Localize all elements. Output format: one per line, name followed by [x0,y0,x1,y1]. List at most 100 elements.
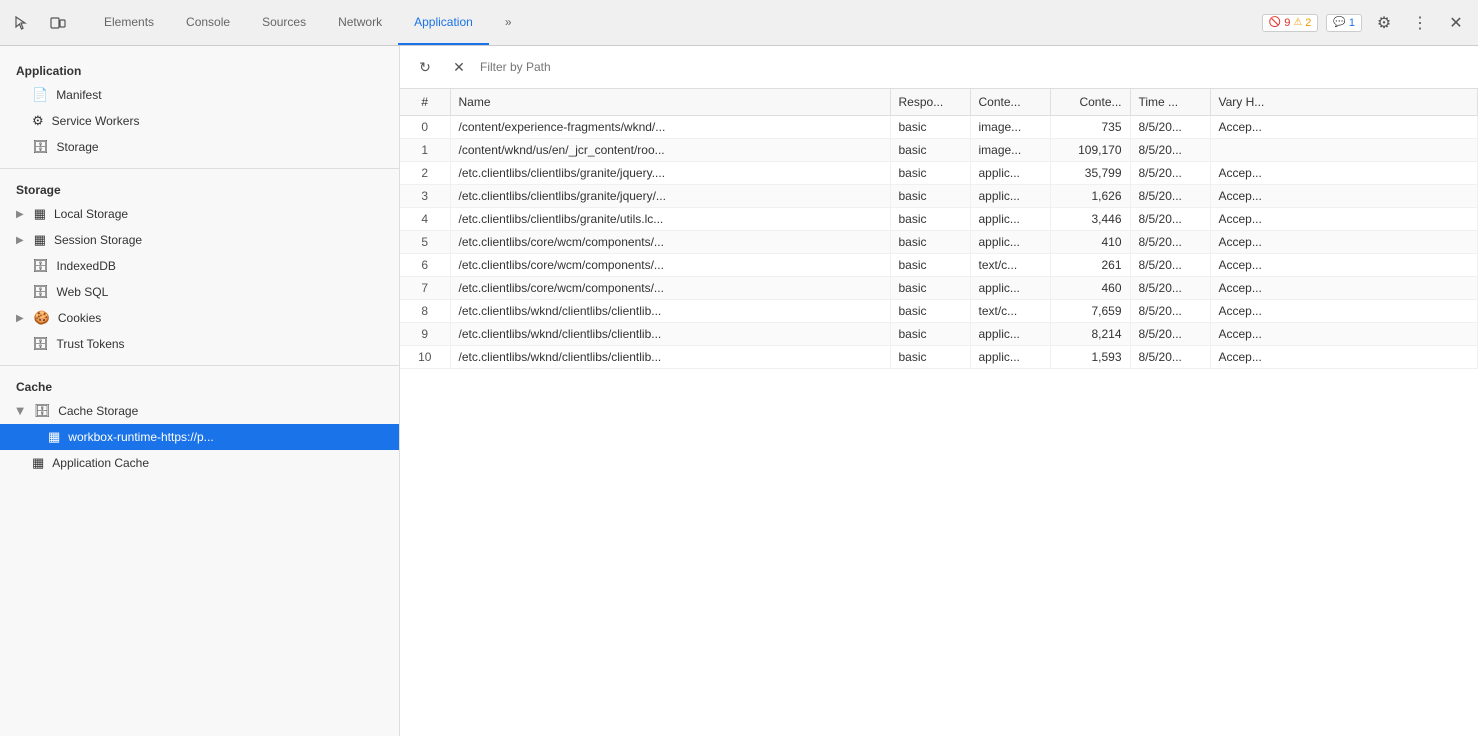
cell-content-type: image... [970,139,1050,162]
cell-name: /etc.clientlibs/core/wcm/components/... [450,254,890,277]
web-sql-icon: 🗄 [32,284,49,300]
tab-more[interactable]: » [489,0,528,45]
cell-vary: Accep... [1210,162,1478,185]
cache-storage-icon: 🗄 [34,403,51,419]
cell-response: basic [890,277,970,300]
settings-button[interactable]: ⚙ [1370,9,1398,37]
workbox-runtime-icon: ▦ [48,429,60,445]
sidebar-item-workbox-runtime[interactable]: ▦ workbox-runtime-https://p... [0,424,399,450]
storage-icon: 🗄 [32,139,49,155]
cell-hash: 9 [400,323,450,346]
table-row[interactable]: 3 /etc.clientlibs/clientlibs/granite/jqu… [400,185,1478,208]
table-row[interactable]: 5 /etc.clientlibs/core/wcm/components/..… [400,231,1478,254]
tab-console[interactable]: Console [170,0,246,45]
sidebar-item-trust-tokens-label: Trust Tokens [57,337,125,351]
sidebar-item-indexeddb[interactable]: 🗄 IndexedDB [0,253,399,279]
table-row[interactable]: 4 /etc.clientlibs/clientlibs/granite/uti… [400,208,1478,231]
cell-response: basic [890,208,970,231]
error-badge[interactable]: 🚫 9 ⚠ 2 [1262,14,1319,32]
sidebar-item-manifest-label: Manifest [56,88,101,102]
table-body: 0 /content/experience-fragments/wknd/...… [400,116,1478,369]
sidebar-item-cache-storage[interactable]: ▶ 🗄 Cache Storage [0,398,399,424]
cell-content-length: 735 [1050,116,1130,139]
cell-vary: Accep... [1210,231,1478,254]
sidebar-item-manifest[interactable]: 📄 Manifest [0,82,399,108]
sidebar-item-app-cache[interactable]: ▦ Application Cache [0,450,399,476]
cell-content-length: 1,626 [1050,185,1130,208]
cell-response: basic [890,323,970,346]
device-toolbar-button[interactable] [44,9,72,37]
info-count: 1 [1349,17,1355,29]
table-row[interactable]: 1 /content/wknd/us/en/_jcr_content/roo..… [400,139,1478,162]
more-options-button[interactable]: ⋮ [1406,9,1434,37]
cell-content-type: applic... [970,277,1050,300]
session-storage-arrow: ▶ [16,235,24,246]
sidebar-item-storage-label: Storage [57,140,99,154]
indexeddb-icon: 🗄 [32,258,49,274]
table-row[interactable]: 9 /etc.clientlibs/wknd/clientlibs/client… [400,323,1478,346]
cell-name: /etc.clientlibs/core/wcm/components/... [450,231,890,254]
cell-content-type: applic... [970,208,1050,231]
table-row[interactable]: 6 /etc.clientlibs/core/wcm/components/..… [400,254,1478,277]
cache-table: # Name Respo... Conte... Conte... Time .… [400,89,1478,369]
cell-name: /etc.clientlibs/wknd/clientlibs/clientli… [450,323,890,346]
col-header-time[interactable]: Time ... [1130,89,1210,116]
cell-hash: 8 [400,300,450,323]
cell-hash: 1 [400,139,450,162]
close-button[interactable]: ✕ [1442,9,1470,37]
sidebar-item-web-sql[interactable]: 🗄 Web SQL [0,279,399,305]
refresh-button[interactable]: ↻ [412,54,438,80]
cell-vary: Accep... [1210,323,1478,346]
cell-vary: Accep... [1210,116,1478,139]
table-row[interactable]: 0 /content/experience-fragments/wknd/...… [400,116,1478,139]
cookies-icon: 🍪 [34,310,50,326]
sidebar-item-local-storage[interactable]: ▶ ▦ Local Storage [0,201,399,227]
clear-button[interactable]: ✕ [446,54,472,80]
table-row[interactable]: 8 /etc.clientlibs/wknd/clientlibs/client… [400,300,1478,323]
cell-vary: Accep... [1210,346,1478,369]
filter-input[interactable] [480,60,1466,74]
sidebar-item-cookies[interactable]: ▶ 🍪 Cookies [0,305,399,331]
tab-sources[interactable]: Sources [246,0,322,45]
tab-network[interactable]: Network [322,0,398,45]
col-header-hash[interactable]: # [400,89,450,116]
cell-vary: Accep... [1210,185,1478,208]
cell-content-type: applic... [970,323,1050,346]
sidebar-item-service-workers[interactable]: ⚙ Service Workers [0,108,399,134]
cell-vary: Accep... [1210,208,1478,231]
col-header-name[interactable]: Name [450,89,890,116]
sidebar-item-storage[interactable]: 🗄 Storage [0,134,399,160]
cell-content-length: 109,170 [1050,139,1130,162]
table-row[interactable]: 7 /etc.clientlibs/core/wcm/components/..… [400,277,1478,300]
tabs-container: Elements Console Sources Network Applica… [88,0,1262,45]
cookies-arrow: ▶ [16,313,24,324]
table-row[interactable]: 10 /etc.clientlibs/wknd/clientlibs/clien… [400,346,1478,369]
cell-time: 8/5/20... [1130,116,1210,139]
info-badge[interactable]: 💬 1 [1326,14,1362,32]
sidebar-item-session-storage[interactable]: ▶ ▦ Session Storage [0,227,399,253]
cell-time: 8/5/20... [1130,300,1210,323]
col-header-content-length[interactable]: Conte... [1050,89,1130,116]
sidebar-item-service-workers-label: Service Workers [52,114,140,128]
col-header-content-type[interactable]: Conte... [970,89,1050,116]
cell-content-length: 410 [1050,231,1130,254]
tab-application[interactable]: Application [398,0,489,45]
col-header-response[interactable]: Respo... [890,89,970,116]
cell-content-length: 460 [1050,277,1130,300]
cache-storage-arrow: ▶ [14,407,25,415]
error-count: 9 [1284,17,1290,29]
col-header-vary[interactable]: Vary H... [1210,89,1478,116]
cell-time: 8/5/20... [1130,277,1210,300]
content-area: ↻ ✕ # Name Respo... Conte... Conte... Ti… [400,46,1478,736]
cache-section-title: Cache [0,374,399,398]
table-row[interactable]: 2 /etc.clientlibs/clientlibs/granite/jqu… [400,162,1478,185]
cell-hash: 2 [400,162,450,185]
tab-elements[interactable]: Elements [88,0,170,45]
sidebar-item-local-storage-label: Local Storage [54,207,128,221]
sidebar-item-trust-tokens[interactable]: 🗄 Trust Tokens [0,331,399,357]
cell-name: /content/wknd/us/en/_jcr_content/roo... [450,139,890,162]
sidebar-item-cookies-label: Cookies [58,311,101,325]
storage-section-title: Storage [0,177,399,201]
cursor-tool-button[interactable] [8,9,36,37]
cell-response: basic [890,346,970,369]
